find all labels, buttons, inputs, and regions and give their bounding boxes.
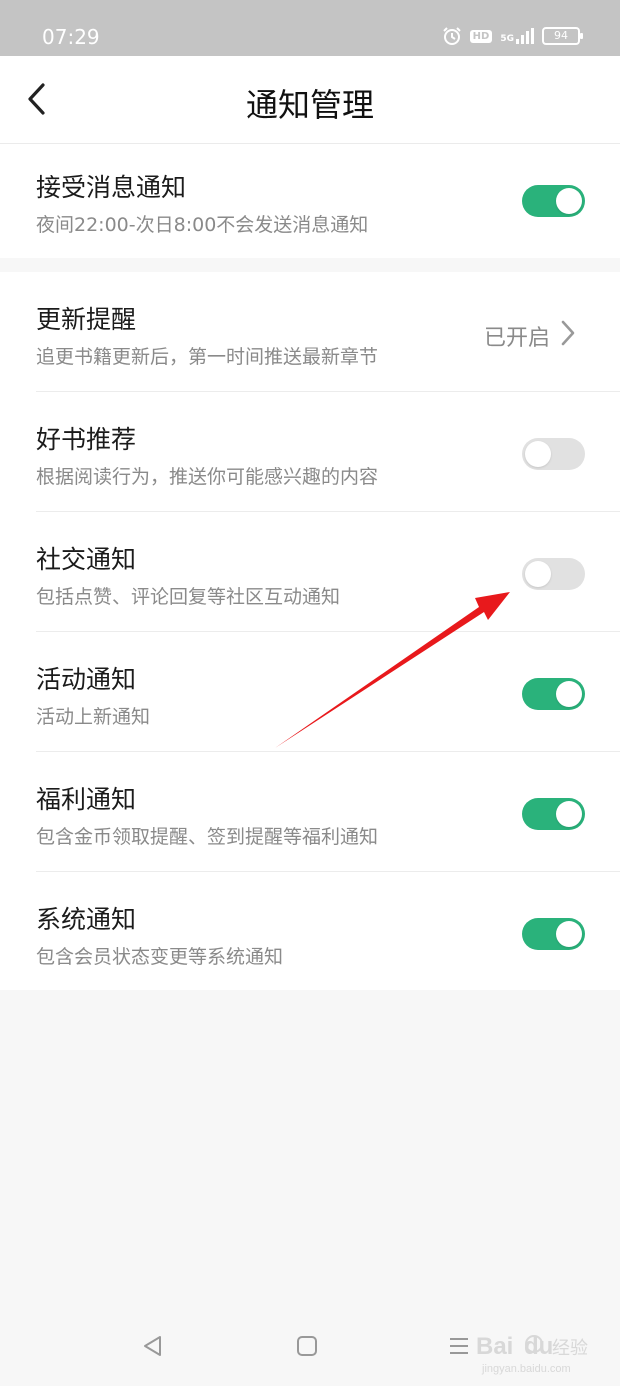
row-title: 活动通知 bbox=[36, 665, 137, 694]
toggle-knob bbox=[556, 188, 582, 214]
signal-bars-icon bbox=[516, 28, 534, 44]
alarm-icon bbox=[442, 27, 461, 45]
row-title: 更新提醒 bbox=[36, 305, 137, 334]
social-notification-toggle[interactable] bbox=[522, 558, 585, 590]
toggle-knob bbox=[556, 921, 582, 947]
row-subtitle: 根据阅读行为，推送你可能感兴趣的内容 bbox=[36, 466, 379, 488]
page-title: 通知管理 bbox=[245, 86, 374, 124]
setting-row-social-notification: 社交通知 包括点赞、评论回复等社区互动通知 bbox=[0, 512, 620, 632]
network-label: 5G bbox=[500, 34, 514, 44]
row-subtitle: 包含金币领取提醒、签到提醒等福利通知 bbox=[36, 826, 379, 848]
watermark-suffix: 经验 bbox=[552, 1338, 588, 1359]
row-title: 好书推荐 bbox=[36, 425, 137, 454]
nav-home-button[interactable] bbox=[289, 1328, 325, 1364]
menu-lines-icon bbox=[450, 1338, 468, 1354]
master-notification-card: 接受消息通知 夜间22:00-次日8:00不会发送消息通知 bbox=[0, 144, 620, 258]
toggle-knob bbox=[556, 801, 582, 827]
status-icons: HD 5G 94 bbox=[442, 26, 583, 46]
hd-icon: HD bbox=[469, 29, 493, 43]
master-notification-row: 接受消息通知 夜间22:00-次日8:00不会发送消息通知 bbox=[0, 144, 620, 258]
row-subtitle: 包括点赞、评论回复等社区互动通知 bbox=[36, 586, 341, 608]
battery-icon: 94 bbox=[542, 27, 583, 45]
setting-row-update-reminder[interactable]: 更新提醒 追更书籍更新后，第一时间推送最新章节 已开启 bbox=[0, 272, 620, 392]
row-subtitle: 夜间22:00-次日8:00不会发送消息通知 bbox=[36, 214, 369, 236]
watermark-url: jingyan.baidu.com bbox=[481, 1363, 571, 1375]
setting-row-welfare-notification: 福利通知 包含金币领取提醒、签到提醒等福利通知 bbox=[0, 752, 620, 872]
home-square-icon bbox=[297, 1336, 317, 1356]
row-subtitle: 包含会员状态变更等系统通知 bbox=[36, 946, 284, 968]
status-time: 07:29 bbox=[42, 25, 100, 49]
setting-row-activity-notification: 活动通知 活动上新通知 bbox=[0, 632, 620, 752]
welfare-notification-toggle[interactable] bbox=[522, 798, 585, 830]
activity-notification-toggle[interactable] bbox=[522, 678, 585, 710]
status-bar: 07:29 HD 5G 94 bbox=[0, 0, 620, 56]
chevron-right-icon bbox=[561, 320, 575, 346]
row-title: 接受消息通知 bbox=[36, 173, 187, 202]
header: 通知管理 bbox=[0, 56, 620, 144]
back-triangle-icon bbox=[144, 1336, 161, 1356]
toggle-knob bbox=[525, 441, 551, 467]
master-notification-toggle[interactable] bbox=[522, 185, 585, 217]
baidu-jingyan-watermark: Bai du 经验 jingyan.baidu.com bbox=[476, 1333, 588, 1375]
row-value: 已开启 bbox=[483, 326, 550, 351]
watermark-brand: Bai bbox=[476, 1333, 513, 1360]
setting-row-system-notification: 系统通知 包含会员状态变更等系统通知 bbox=[0, 872, 620, 992]
row-title: 福利通知 bbox=[36, 785, 137, 814]
book-recommendation-toggle[interactable] bbox=[522, 438, 585, 470]
toggle-knob bbox=[556, 681, 582, 707]
setting-row-book-recommendation: 好书推荐 根据阅读行为，推送你可能感兴趣的内容 bbox=[0, 392, 620, 512]
system-nav-bar: Bai du 经验 jingyan.baidu.com bbox=[0, 1306, 620, 1386]
row-title: 系统通知 bbox=[36, 905, 137, 934]
system-notification-toggle[interactable] bbox=[522, 918, 585, 950]
watermark-brand-tail: du bbox=[524, 1333, 553, 1360]
nav-back-button[interactable] bbox=[134, 1328, 170, 1364]
row-subtitle: 活动上新通知 bbox=[36, 706, 151, 728]
notification-settings-list: 更新提醒 追更书籍更新后，第一时间推送最新章节 已开启 好书推荐 根据阅读行为，… bbox=[0, 272, 620, 990]
toggle-knob bbox=[525, 561, 551, 587]
row-subtitle: 追更书籍更新后，第一时间推送最新章节 bbox=[36, 346, 379, 368]
nav-menu-button[interactable] bbox=[441, 1328, 477, 1364]
signal-icon: 5G bbox=[500, 28, 534, 44]
row-title: 社交通知 bbox=[36, 545, 137, 574]
